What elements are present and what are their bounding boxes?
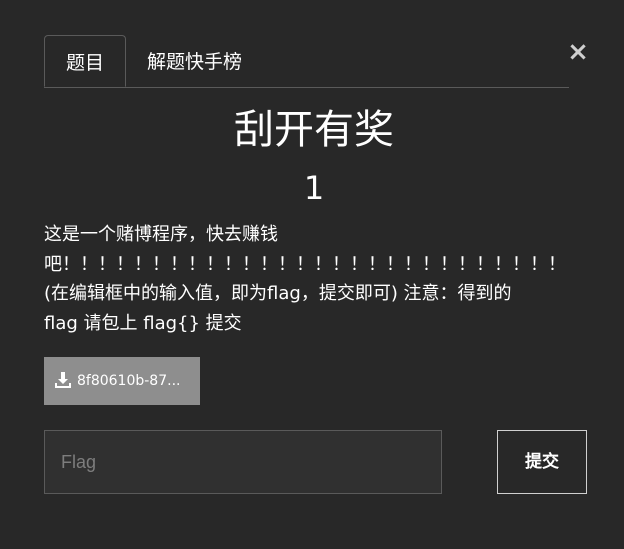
description-line: flag 请包上 flag{} 提交 [44, 312, 242, 334]
download-icon [55, 371, 71, 388]
description-line: 这是一个赌博程序，快去赚钱 [44, 224, 278, 245]
close-icon[interactable]: × [566, 38, 590, 66]
challenge-modal: × 题目 解题快手榜 刮开有奖 1 这是一个赌博程序，快去赚钱 吧！！！！！！！… [0, 0, 624, 549]
challenge-title: 刮开有奖 [234, 107, 394, 153]
tab-bar: 题目 解题快手榜 [44, 35, 569, 88]
flag-input[interactable] [44, 430, 442, 494]
description-line: 吧！！！！！！！！！！！！！！！！！！！！！！！！！！！！ [44, 253, 566, 275]
file-name: 8f80610b-87... [77, 373, 181, 389]
challenge-description: 这是一个赌博程序，快去赚钱 吧！！！！！！！！！！！！！！！！！！！！！！！！！… [44, 220, 600, 338]
description-line: (在编辑框中的输入值，即为flag，提交即可) 注意：得到的 [44, 283, 512, 304]
tab-challenge[interactable]: 题目 [44, 35, 126, 87]
submit-button[interactable]: 提交 [497, 430, 587, 494]
tab-solvers[interactable]: 解题快手榜 [147, 35, 242, 87]
file-download-button[interactable]: 8f80610b-87... [44, 357, 200, 405]
challenge-points: 1 [303, 169, 325, 207]
